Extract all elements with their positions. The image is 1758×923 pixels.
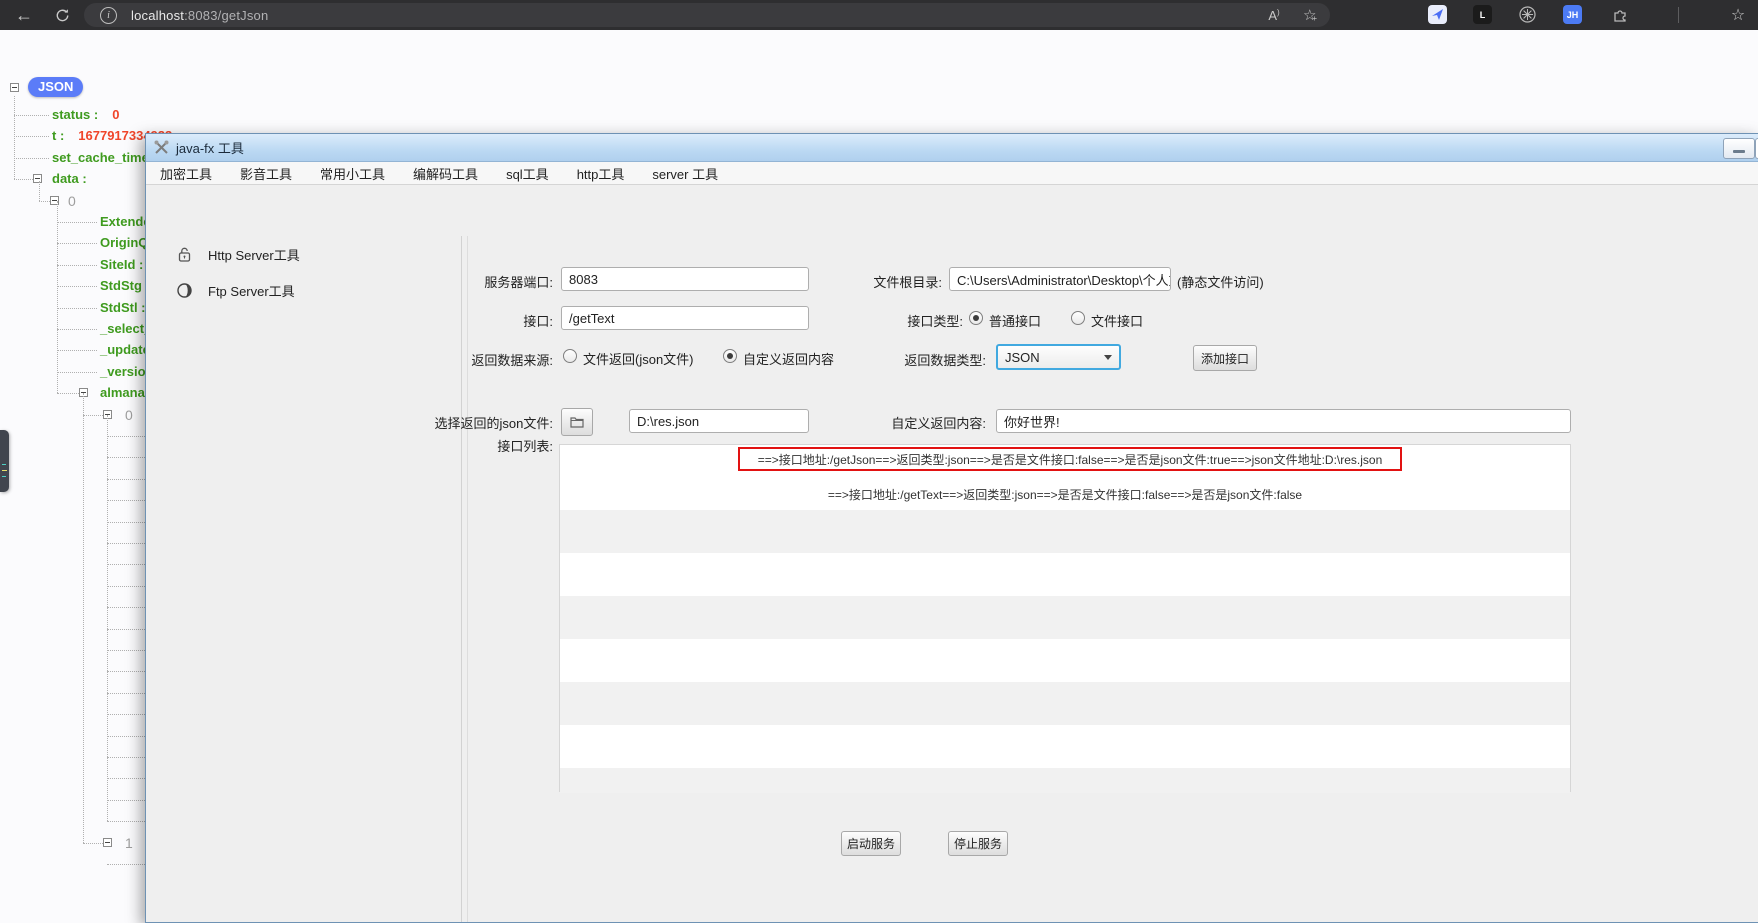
add-api-button[interactable]: 添加接口: [1193, 345, 1257, 371]
source-radio-file[interactable]: [563, 349, 577, 363]
tree-key-item: StdStl :: [100, 300, 146, 315]
custom-content-input[interactable]: 你好世界!: [996, 409, 1571, 433]
tree-key-item: StdStg :: [100, 278, 150, 293]
choose-file-button[interactable]: [561, 408, 593, 436]
window-title: java-fx 工具: [176, 138, 244, 157]
url-text: localhost:8083/getJson: [131, 8, 268, 23]
list-stripe: [560, 682, 1570, 725]
bird-extension-icon[interactable]: [1428, 5, 1447, 24]
api-list-label: 接口列表:: [497, 436, 553, 455]
menu-编解码工具[interactable]: 编解码工具: [413, 164, 478, 183]
tree-index-item: 1: [125, 835, 133, 851]
json-file-label: 选择返回的json文件:: [435, 413, 553, 432]
root-dir-input[interactable]: C:\Users\Administrator\Desktop\个人文档\zm~: [949, 267, 1171, 291]
menu-bar: 加密工具 影音工具 常用小工具 编解码工具 sql工具 http工具 server 工具: [146, 162, 1758, 185]
favorites-star-icon[interactable]: ☆: [1726, 0, 1750, 30]
site-info-icon[interactable]: i: [100, 7, 117, 24]
refresh-icon[interactable]: [48, 0, 76, 30]
chevron-down-icon: [1104, 355, 1112, 360]
api-type-option-normal[interactable]: 普通接口: [989, 311, 1041, 330]
start-server-button[interactable]: 启动服务: [841, 831, 901, 856]
back-icon[interactable]: ←: [10, 0, 38, 30]
flower-extension-icon[interactable]: [1518, 5, 1537, 24]
menu-http工具[interactable]: http工具: [577, 164, 625, 183]
l-badge-extension-icon[interactable]: L: [1473, 5, 1492, 24]
api-label: 接口:: [523, 311, 553, 330]
api-list-row[interactable]: ==>接口地址:/getText==>返回类型:json==>是否是文件接口:f…: [560, 486, 1570, 503]
globe-icon: [176, 283, 192, 299]
javafx-window: java-fx 工具 加密工具 影音工具 常用小工具 编解码工具 sql工具 http工具…: [145, 133, 1758, 923]
tree-collapse-box[interactable]: [103, 838, 112, 847]
tree-key-item: _update: [100, 342, 150, 357]
minimize-button[interactable]: [1723, 138, 1755, 159]
tree-collapse-box[interactable]: [10, 83, 19, 92]
menu-常用小工具[interactable]: 常用小工具: [320, 164, 385, 183]
json-file-input[interactable]: D:\res.json: [629, 409, 809, 433]
menu-server 工具[interactable]: server 工具: [652, 164, 718, 183]
source-radio-custom[interactable]: [723, 349, 737, 363]
port-input[interactable]: 8083: [561, 267, 809, 291]
url-bar[interactable]: i localhost:8083/getJson: [84, 3, 1330, 27]
read-aloud-icon[interactable]: A): [1262, 0, 1286, 30]
folder-icon: [570, 416, 584, 428]
sidebar-item-label: Http Server工具: [208, 245, 300, 264]
sidebar-divider-2: [467, 236, 468, 922]
list-stripe: [560, 510, 1570, 553]
api-type-radio-normal[interactable]: [969, 311, 983, 325]
stop-server-button[interactable]: 停止服务: [948, 831, 1008, 856]
port-label: 服务器端口:: [484, 272, 553, 291]
window-titlebar[interactable]: java-fx 工具: [146, 134, 1758, 162]
source-option-file[interactable]: 文件返回(json文件): [583, 349, 694, 368]
window-content: Http Server工具 Ftp Server工具 服务器端口: 8083 文件…: [146, 185, 1758, 922]
sidebar-item-label: Ftp Server工具: [208, 281, 295, 300]
api-type-option-file[interactable]: 文件接口: [1091, 311, 1143, 330]
root-dir-label: 文件根目录:: [873, 272, 942, 291]
custom-content-label: 自定义返回内容:: [891, 413, 986, 432]
tree-key-item: data :: [52, 171, 87, 186]
menu-影音工具[interactable]: 影音工具: [240, 164, 292, 183]
list-stripe: [560, 768, 1570, 793]
return-type-combobox[interactable]: JSON: [996, 344, 1121, 370]
lock-icon: [176, 247, 192, 263]
toolbar-divider: [1678, 7, 1679, 23]
jh-extension-icon[interactable]: JH: [1563, 5, 1582, 24]
tree-index-item: 0: [68, 193, 76, 209]
json-root-badge[interactable]: JSON: [28, 77, 83, 97]
api-list[interactable]: ==>接口地址:/getJson==>返回类型:json==>是否是文件接口:f…: [559, 444, 1571, 792]
tree-key-item: _select_: [100, 321, 151, 336]
highlighted-api-list-row[interactable]: ==>接口地址:/getJson==>返回类型:json==>是否是文件接口:f…: [738, 447, 1402, 471]
api-input[interactable]: /getText: [561, 306, 809, 330]
rettype-label: 返回数据类型:: [904, 350, 986, 369]
sidebar-divider: [461, 236, 462, 922]
root-dir-suffix: (静态文件访问): [1177, 272, 1264, 291]
add-favorite-icon[interactable]: ☆+: [1298, 0, 1322, 30]
browser-edge-peek-tab[interactable]: [0, 430, 9, 492]
source-label: 返回数据来源:: [471, 350, 553, 369]
tree-index-item: 0: [125, 407, 133, 423]
source-option-custom[interactable]: 自定义返回内容: [743, 349, 834, 368]
api-type-label: 接口类型:: [907, 311, 963, 330]
tools-icon: [154, 140, 169, 155]
tree-key-item: Extende: [100, 214, 151, 229]
menu-sql工具[interactable]: sql工具: [506, 164, 549, 183]
sidebar-item-http-server[interactable]: Http Server工具: [176, 245, 300, 264]
api-type-radio-file[interactable]: [1071, 311, 1085, 325]
tree-key-item: status :0: [52, 107, 119, 122]
tree-collapse-box[interactable]: [33, 174, 42, 183]
menu-加密工具[interactable]: 加密工具: [160, 164, 212, 183]
browser-chrome: ← i localhost:8083/getJson A) ☆+ L JH ☆: [0, 0, 1758, 30]
tree-key-item: OriginQ: [100, 235, 148, 250]
tree-key-item: SiteId :: [100, 257, 143, 272]
sidebar-item-ftp-server[interactable]: Ftp Server工具: [176, 281, 295, 300]
tree-key-item: set_cache_time :: [52, 150, 157, 165]
puzzle-extension-icon[interactable]: [1610, 5, 1629, 24]
list-stripe: [560, 596, 1570, 639]
